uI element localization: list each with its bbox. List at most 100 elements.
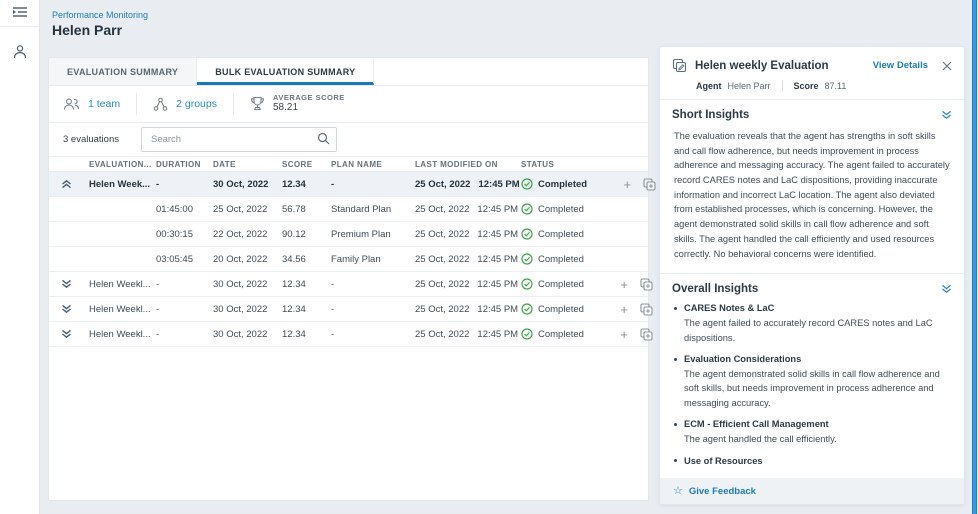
cell-duration: 00:30:15 (156, 229, 213, 240)
cell-plan: Standard Plan (331, 204, 415, 215)
stat-team[interactable]: 1 team (63, 97, 136, 111)
add-icon[interactable]: + (620, 328, 628, 341)
groups-icon (153, 97, 168, 112)
completed-check-icon (521, 253, 533, 265)
cell-score: 12.34 (282, 329, 331, 340)
add-icon[interactable]: + (620, 303, 628, 316)
panel-title: Helen weekly Evaluation (695, 60, 873, 72)
menu-collapse-icon (12, 6, 28, 21)
table-subrow[interactable]: 01:45:00 25 Oct, 2022 56.78 Standard Pla… (49, 197, 648, 222)
cell-status: Completed (521, 253, 584, 265)
cell-score: 12.34 (282, 304, 331, 315)
modified-date: 25 Oct, 2022 (415, 304, 469, 315)
sidebar-menu-button[interactable] (0, 0, 39, 27)
cell-plan: - (331, 279, 415, 290)
insight-text: The agent failed to accurately record CA… (684, 316, 950, 345)
page-scrollbar[interactable] (972, 0, 977, 514)
collapse-chevron-icon[interactable] (61, 179, 89, 189)
star-icon: ☆ (673, 486, 683, 497)
table-row[interactable]: Helen Week... - 30 Oct, 2022 12.34 - 25 … (49, 172, 648, 197)
table-subrow[interactable]: 00:30:15 22 Oct, 2022 90.12 Premium Plan… (49, 222, 648, 247)
evaluation-card: EVALUATION SUMMARY BULK EVALUATION SUMMA… (48, 57, 649, 501)
list-item: Evaluation Considerations The agent demo… (674, 354, 950, 410)
divider (782, 80, 783, 91)
status-label: Completed (538, 204, 584, 215)
agent-label: Agent (696, 81, 722, 91)
duplicate-icon[interactable] (640, 278, 653, 291)
view-details-link[interactable]: View Details (873, 60, 928, 71)
team-count-label: 1 team (88, 98, 120, 110)
modified-date: 25 Oct, 2022 (415, 179, 470, 190)
duplicate-icon[interactable] (640, 328, 653, 341)
cell-date: 30 Oct, 2022 (213, 304, 282, 315)
tab-evaluation-summary[interactable]: EVALUATION SUMMARY (49, 58, 197, 85)
cell-last-modified: 25 Oct, 2022 12:45 PM (415, 329, 521, 340)
completed-check-icon (521, 328, 533, 340)
cell-date: 20 Oct, 2022 (213, 254, 282, 265)
user-icon (13, 44, 27, 62)
cell-last-modified: 25 Oct, 2022 12:45 PM (415, 179, 521, 190)
agent-name: Helen Parr (728, 81, 771, 91)
score-value: 87.11 (825, 81, 847, 91)
cell-score: 12.34 (282, 279, 331, 290)
evaluation-count: 3 evaluations (63, 134, 119, 145)
insight-title: Evaluation Considerations (684, 354, 801, 364)
add-icon[interactable]: + (624, 178, 632, 191)
completed-check-icon (521, 303, 533, 315)
expand-chevron-icon[interactable] (61, 329, 89, 339)
tabstrip: EVALUATION SUMMARY BULK EVALUATION SUMMA… (49, 58, 648, 86)
modified-time: 12:45 PM (477, 279, 518, 290)
cell-evaluation-name: Helen Week... (89, 179, 156, 190)
collapse-section-icon[interactable] (941, 284, 952, 294)
search-icon[interactable] (317, 132, 330, 148)
cell-status: Completed (521, 228, 584, 240)
short-insights-header: Short Insights (660, 100, 964, 127)
col-date[interactable]: DATE (213, 160, 282, 169)
cell-last-modified: 25 Oct, 2022 12:45 PM (415, 204, 521, 215)
insight-title: Use of Resources (684, 456, 763, 466)
give-feedback-button[interactable]: ☆ Give Feedback (660, 478, 964, 504)
search-input[interactable] (141, 127, 337, 152)
expand-chevron-icon[interactable] (61, 304, 89, 314)
sidebar-item-user[interactable] (0, 33, 39, 73)
table-row[interactable]: Helen Weekl... - 30 Oct, 2022 12.34 - 25… (49, 297, 648, 322)
col-score[interactable]: SCORE (282, 160, 331, 169)
cell-evaluation-name: Helen Weekl... (89, 329, 156, 340)
col-duration[interactable]: DURATION (156, 160, 213, 169)
status-label: Completed (538, 304, 584, 315)
cell-plan: - (331, 179, 415, 190)
collapse-section-icon[interactable] (941, 110, 952, 120)
table-row[interactable]: Helen Weekl... - 30 Oct, 2022 12.34 - 25… (49, 322, 648, 347)
groups-count-label: 2 groups (176, 98, 217, 110)
stats-bar: 1 team 2 groups AVERAGE SCORE (49, 86, 648, 123)
col-plan[interactable]: PLAN NAME (331, 160, 415, 169)
tab-bulk-evaluation-summary[interactable]: BULK EVALUATION SUMMARY (197, 58, 374, 85)
page-title: Helen Parr (52, 22, 122, 38)
average-score-label: AVERAGE SCORE (273, 93, 345, 102)
table-subrow[interactable]: 03:05:45 20 Oct, 2022 34.56 Family Plan … (49, 247, 648, 272)
stat-groups[interactable]: 2 groups (137, 97, 233, 112)
cell-date: 30 Oct, 2022 (213, 329, 282, 340)
table-row[interactable]: Helen Weekl... - 30 Oct, 2022 12.34 - 25… (49, 272, 648, 297)
breadcrumb[interactable]: Performance Monitoring (52, 10, 148, 20)
expand-chevron-icon[interactable] (61, 279, 89, 289)
close-icon[interactable] (942, 61, 952, 71)
duplicate-icon[interactable] (643, 178, 656, 191)
status-label: Completed (538, 329, 584, 340)
completed-check-icon (521, 203, 533, 215)
modified-date: 25 Oct, 2022 (415, 329, 469, 340)
add-icon[interactable]: + (620, 278, 628, 291)
list-item: ECM - Efficient Call Management The agen… (674, 419, 950, 446)
col-evaluation[interactable]: EVALUATION... (89, 160, 156, 169)
cell-evaluation-name: Helen Weekl... (89, 304, 156, 315)
duplicate-icon[interactable] (640, 303, 653, 316)
cell-plan: - (331, 304, 415, 315)
cell-status: Completed (521, 328, 584, 340)
status-label: Completed (538, 254, 584, 265)
col-modified[interactable]: LAST MODIFIED ON (415, 160, 521, 169)
give-feedback-label: Give Feedback (689, 486, 756, 497)
modified-time: 12:45 PM (477, 304, 518, 315)
cell-status: Completed (521, 178, 587, 190)
col-status[interactable]: STATUS (521, 160, 554, 169)
cell-duration: 01:45:00 (156, 204, 213, 215)
